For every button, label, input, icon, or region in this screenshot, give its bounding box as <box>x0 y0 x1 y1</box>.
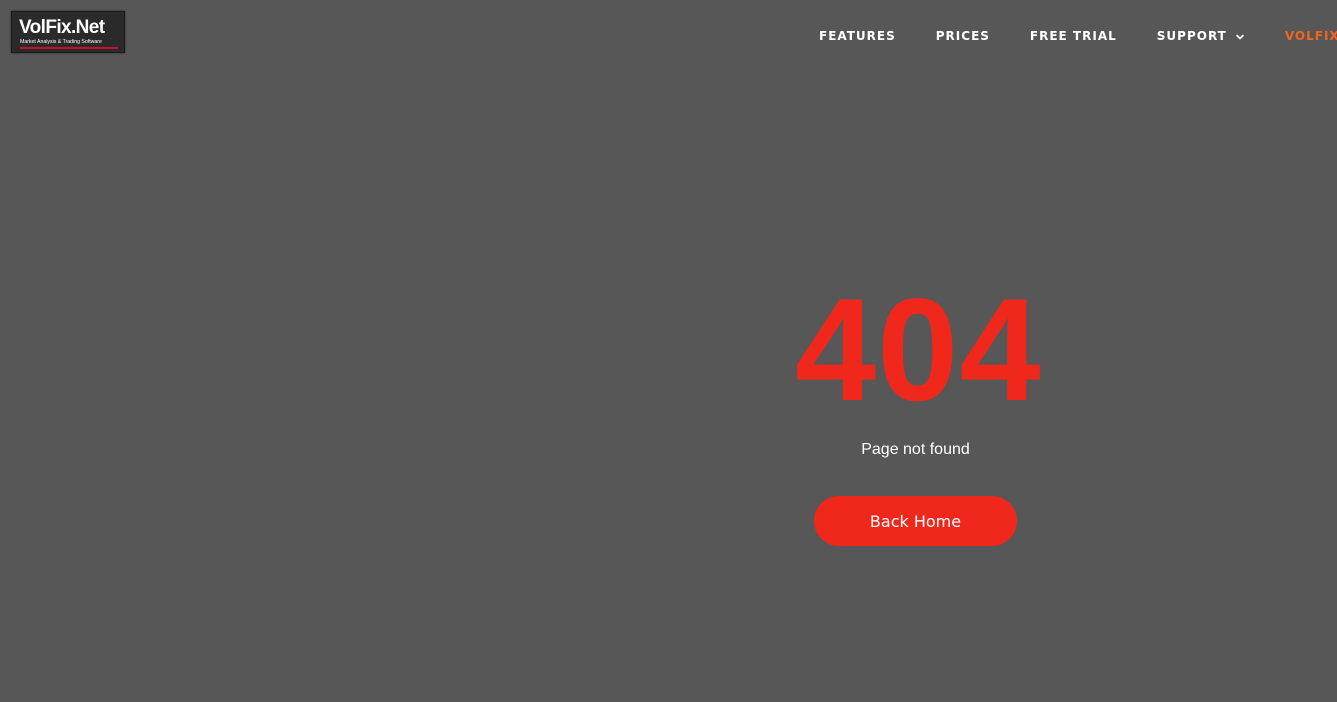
main-nav: FEATURES PRICES FREE TRIAL SUPPORT VOLFI… <box>819 27 1337 45</box>
nav-item-prices[interactable]: PRICES <box>936 29 990 43</box>
nav-item-free-trial[interactable]: FREE TRIAL <box>1030 29 1117 43</box>
nav-item-volfix-account[interactable]: VOLFIX AC <box>1285 29 1337 43</box>
page: VolFix.Net Market Analysis & Trading Sof… <box>0 0 1337 702</box>
back-home-button[interactable]: Back Home <box>814 496 1017 546</box>
nav-item-label: FEATURES <box>819 29 896 43</box>
error-message: Page not found <box>861 441 970 458</box>
nav-item-support[interactable]: SUPPORT <box>1157 29 1245 43</box>
volfix-logo[interactable]: VolFix.Net Market Analysis & Trading Sof… <box>11 11 125 53</box>
nav-item-label: SUPPORT <box>1156 29 1227 43</box>
logo-name: VolFix.Net <box>19 17 105 38</box>
logo-underline <box>20 47 118 49</box>
nav-item-features[interactable]: FEATURES <box>819 29 896 43</box>
nav-item-label: VOLFIX AC <box>1284 29 1337 43</box>
chevron-down-icon <box>1235 31 1245 41</box>
nav-item-label: FREE TRIAL <box>1029 29 1117 43</box>
error-code: 404 <box>795 268 1042 431</box>
nav-item-label: PRICES <box>935 29 990 43</box>
logo-tagline: Market Analysis & Trading Software <box>20 39 102 45</box>
